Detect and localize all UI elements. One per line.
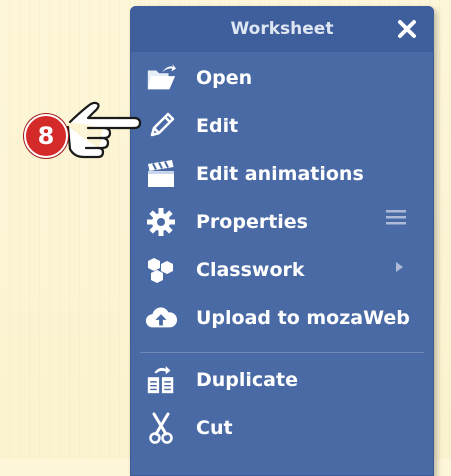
menu-item-label: Classwork	[196, 259, 305, 281]
menu-item-classwork[interactable]: Classwork	[140, 250, 424, 290]
menu-item-label: Upload to mozaWeb	[196, 307, 410, 329]
menu-item-edit-animations[interactable]: Edit animations	[140, 154, 424, 194]
gear-icon	[145, 206, 177, 238]
menu-item-label: Edit animations	[196, 163, 364, 185]
menu-item-duplicate[interactable]: Duplicate	[140, 360, 424, 400]
pointing-hand-icon	[60, 92, 150, 162]
menu-item-edit[interactable]: Edit	[140, 106, 424, 146]
menu-item-label: Properties	[196, 211, 308, 233]
menu-item-open[interactable]: Open	[140, 58, 424, 98]
menu-item-label: Duplicate	[196, 369, 298, 391]
folder-open-icon	[145, 62, 177, 94]
close-icon	[398, 20, 416, 38]
clapperboard-icon	[145, 158, 177, 190]
step-annotation: 8	[24, 114, 68, 158]
cloud-upload-icon	[145, 302, 177, 334]
menu-item-upload[interactable]: Upload to mozaWeb	[140, 298, 424, 338]
step-number-badge: 8	[24, 114, 68, 158]
menu-item-label: Cut	[196, 417, 233, 439]
duplicate-icon	[145, 364, 177, 396]
menu-item-label: Edit	[196, 115, 239, 137]
context-menu-panel: Worksheet Open Edit Edit animations Prop…	[130, 6, 434, 476]
menu-item-properties[interactable]: Properties	[140, 202, 424, 242]
hexagons-icon	[145, 254, 177, 286]
menu-item-label: Open	[196, 67, 253, 89]
menu-title: Worksheet	[230, 19, 334, 39]
hamburger-menu-icon[interactable]	[386, 202, 406, 242]
scissors-icon	[145, 412, 177, 444]
close-button[interactable]	[392, 14, 422, 44]
menu-item-cut[interactable]: Cut	[140, 408, 424, 448]
submenu-arrow-icon	[392, 250, 406, 290]
menu-divider	[140, 352, 424, 353]
